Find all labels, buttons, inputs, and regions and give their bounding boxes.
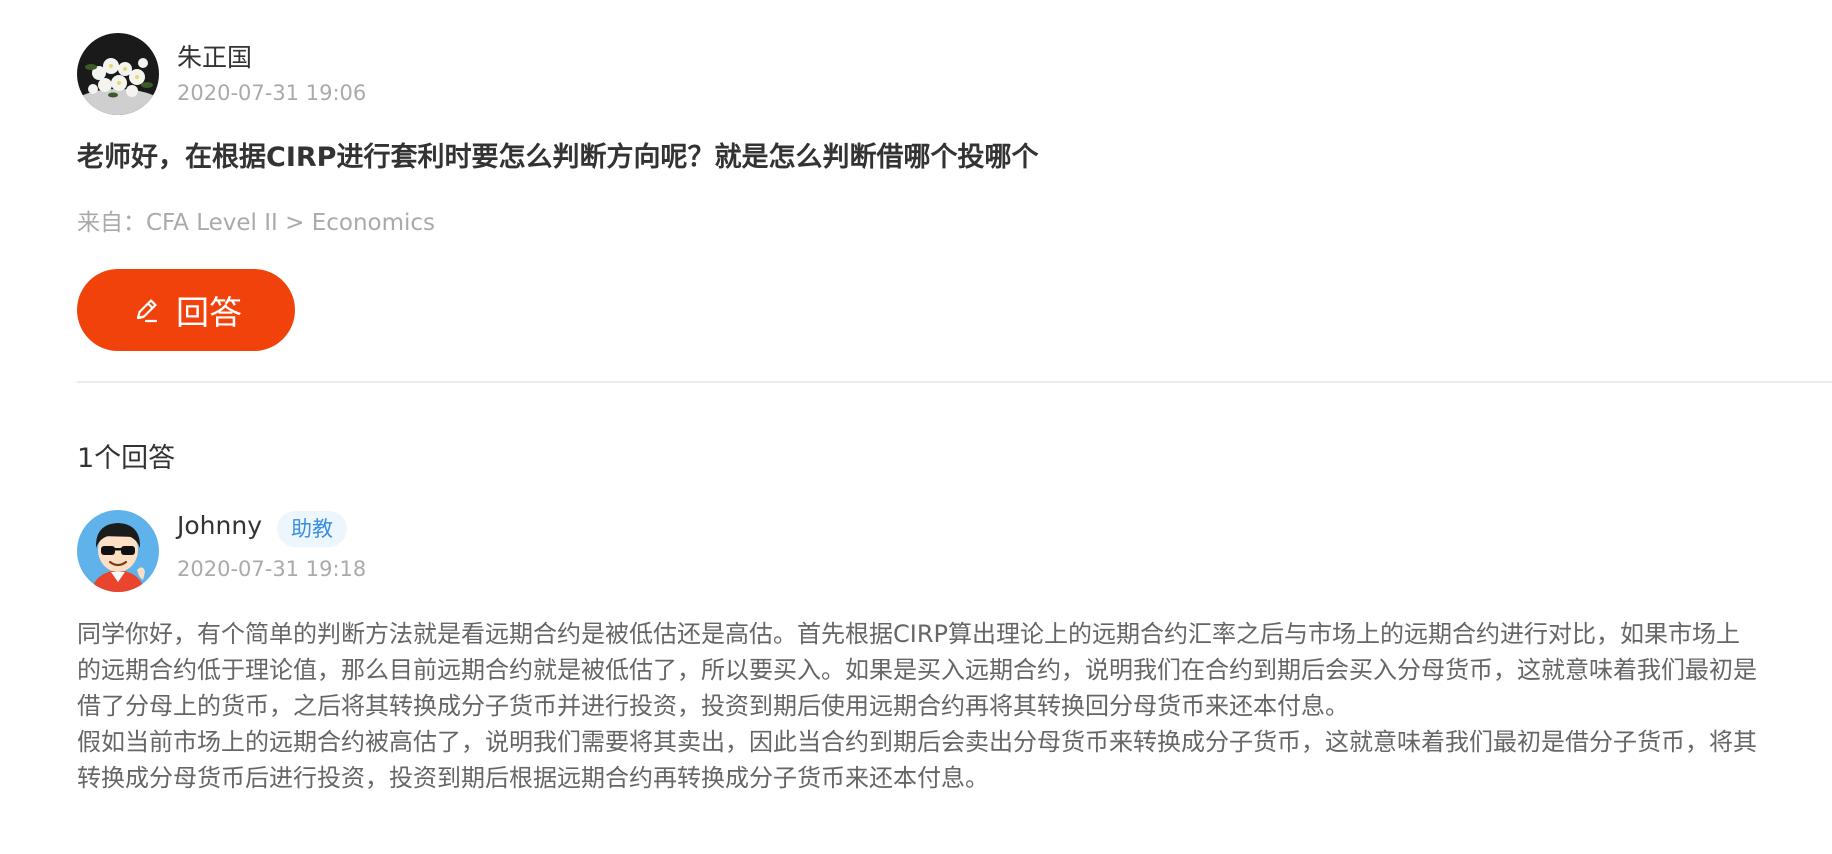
question-source[interactable]: 来自：CFA Level II > Economics <box>77 203 435 237</box>
answer-button[interactable]: 回答 <box>77 269 295 351</box>
asker-avatar[interactable] <box>77 33 159 115</box>
asker-name[interactable]: 朱正国 <box>177 38 252 74</box>
question-title: 老师好，在根据CIRP进行套利时要怎么判断方向呢？就是怎么判断借哪个投哪个 <box>77 142 1039 173</box>
role-badge: 助教 <box>277 511 347 547</box>
answerer-name[interactable]: Johnny <box>177 511 262 540</box>
pencil-icon <box>130 294 162 326</box>
answer-count: 1个回答 <box>77 443 176 474</box>
answer-timestamp: 2020-07-31 19:18 <box>177 557 367 581</box>
flower-photo-icon <box>77 33 159 115</box>
answer-paragraph: 同学你好，有个简单的判断方法就是看远期合约是被低估还是高估。首先根据CIRP算出… <box>77 620 1757 720</box>
answer-body: 同学你好，有个简单的判断方法就是看远期合约是被低估还是高估。首先根据CIRP算出… <box>77 616 1757 796</box>
cartoon-avatar-icon <box>77 510 159 592</box>
answerer-avatar[interactable] <box>77 510 159 592</box>
answer-paragraph: 假如当前市场上的远期合约被高估了，说明我们需要将其卖出，因此当合约到期后会卖出分… <box>77 728 1757 792</box>
question-timestamp: 2020-07-31 19:06 <box>177 81 367 105</box>
answer-button-label: 回答 <box>176 293 242 332</box>
section-divider <box>77 381 1832 383</box>
